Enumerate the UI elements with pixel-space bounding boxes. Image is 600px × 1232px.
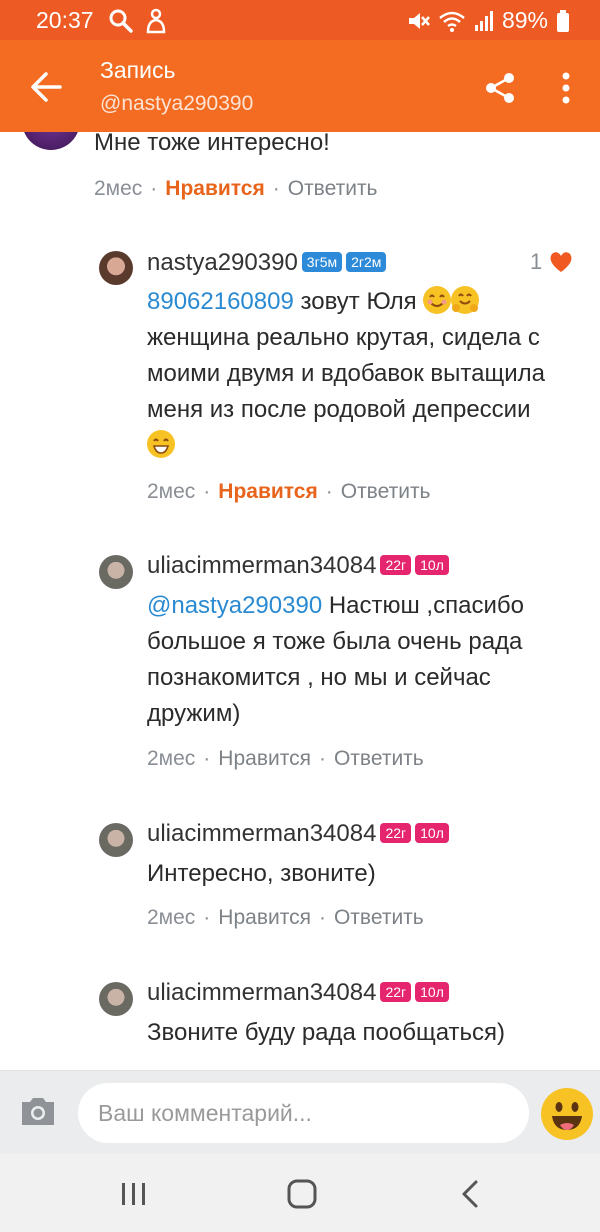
username[interactable]: uliacimmerman34084: [147, 820, 376, 847]
username[interactable]: uliacimmerman34084: [147, 552, 376, 579]
comment-text: Звоните буду рада пообщаться): [147, 1019, 506, 1046]
avatar[interactable]: [22, 132, 80, 150]
comment-username: uliacimmerman34084 22г 10л: [147, 552, 449, 580]
comment-time: 2мес: [94, 177, 143, 200]
user-badge: 10л: [415, 982, 449, 1002]
like-button[interactable]: Нравится: [218, 906, 311, 929]
like-count-widget[interactable]: 1: [530, 249, 574, 275]
like-button[interactable]: Нравится: [165, 177, 264, 200]
username[interactable]: nastya290390: [147, 249, 298, 276]
page-subtitle[interactable]: @nastya290390: [100, 92, 253, 116]
comment-username: uliacimmerman34084 22г 10л: [147, 979, 449, 1007]
status-time: 20:37: [36, 7, 94, 33]
heart-icon: [550, 252, 572, 272]
share-icon[interactable]: [478, 66, 522, 110]
comment-composer: [0, 1070, 600, 1155]
battery-percent: 89%: [501, 7, 548, 33]
user-badge: 3г5м: [301, 252, 343, 272]
status-right: 89%: [406, 7, 570, 34]
more-vertical-icon[interactable]: [548, 66, 584, 110]
comment-meta: 2мес · Нравится · Ответить: [94, 177, 378, 200]
wifi-icon: [439, 11, 465, 32]
comment-text: @nastya290390 Настюш ,спасибо большое я …: [147, 592, 524, 727]
app-bar: Запись @nastya290390: [0, 40, 600, 132]
like-button[interactable]: Нравится: [218, 747, 311, 770]
reply-button[interactable]: Ответить: [288, 177, 378, 200]
user-badge: 22г: [380, 555, 412, 575]
smiling-face-emoji-icon: [423, 286, 452, 314]
user-badge: 10л: [415, 555, 449, 575]
username[interactable]: uliacimmerman34084: [147, 979, 376, 1006]
status-bar: 20:37 89%: [0, 0, 600, 40]
comment-time: 2мес: [147, 906, 196, 929]
reply-button[interactable]: Ответить: [341, 480, 431, 503]
nav-back-icon[interactable]: [456, 1178, 484, 1210]
like-count: 1: [530, 249, 543, 274]
comment-username: nastya290390 3г5м 2г2м: [147, 249, 387, 277]
avatar[interactable]: [99, 982, 133, 1016]
comment-time: 2мес: [147, 747, 196, 770]
back-arrow-icon[interactable]: [22, 62, 72, 112]
comment-meta: 2мес · Нравится · Ответить: [147, 906, 424, 929]
reply-button[interactable]: Ответить: [334, 906, 424, 929]
avatar[interactable]: [99, 823, 133, 857]
comment-time: 2мес: [147, 480, 196, 503]
comments-list[interactable]: Мне тоже интересно! 2мес · Нравится · Ответи…: [0, 132, 600, 1070]
system-nav-bar: [0, 1154, 600, 1232]
comment-text: Мне тоже интересно!: [94, 132, 330, 156]
avatar[interactable]: [99, 555, 133, 589]
comment-username: uliacimmerman34084 22г 10л: [147, 820, 449, 848]
grinning-face-emoji-icon: [147, 430, 175, 458]
user-badge: 22г: [380, 982, 412, 1002]
avatar[interactable]: [99, 251, 133, 285]
battery-icon: [557, 9, 569, 32]
status-left-icons: [108, 8, 168, 34]
page-title: Запись: [100, 57, 176, 83]
home-icon[interactable]: [286, 1178, 318, 1210]
user-badge: 2г2м: [346, 252, 387, 272]
comment-meta: 2мес · Нравится · Ответить: [147, 747, 424, 770]
mention-link[interactable]: @nastya290390: [147, 592, 322, 619]
camera-icon[interactable]: [18, 1093, 58, 1129]
hugging-face-emoji-icon: [451, 286, 480, 314]
emoji-picker-icon[interactable]: [540, 1087, 594, 1141]
recent-apps-icon[interactable]: [118, 1180, 150, 1208]
reply-button[interactable]: Ответить: [334, 747, 424, 770]
search-icon: [109, 9, 133, 33]
mention-link[interactable]: 89062160809: [147, 288, 294, 315]
user-badge: 10л: [415, 823, 449, 843]
like-button[interactable]: Нравится: [218, 480, 317, 503]
comment-text: Интересно, звоните): [147, 860, 376, 887]
comment-input[interactable]: [78, 1083, 529, 1143]
user-badge: 22г: [380, 823, 412, 843]
mute-icon: [408, 12, 430, 29]
signal-icon: [474, 10, 493, 31]
comment-text: 89062160809 зовут Юля женщина реально кр…: [147, 284, 587, 464]
comment-meta: 2мес · Нравится · Ответить: [147, 480, 431, 503]
notification-app-icon: [146, 8, 166, 34]
